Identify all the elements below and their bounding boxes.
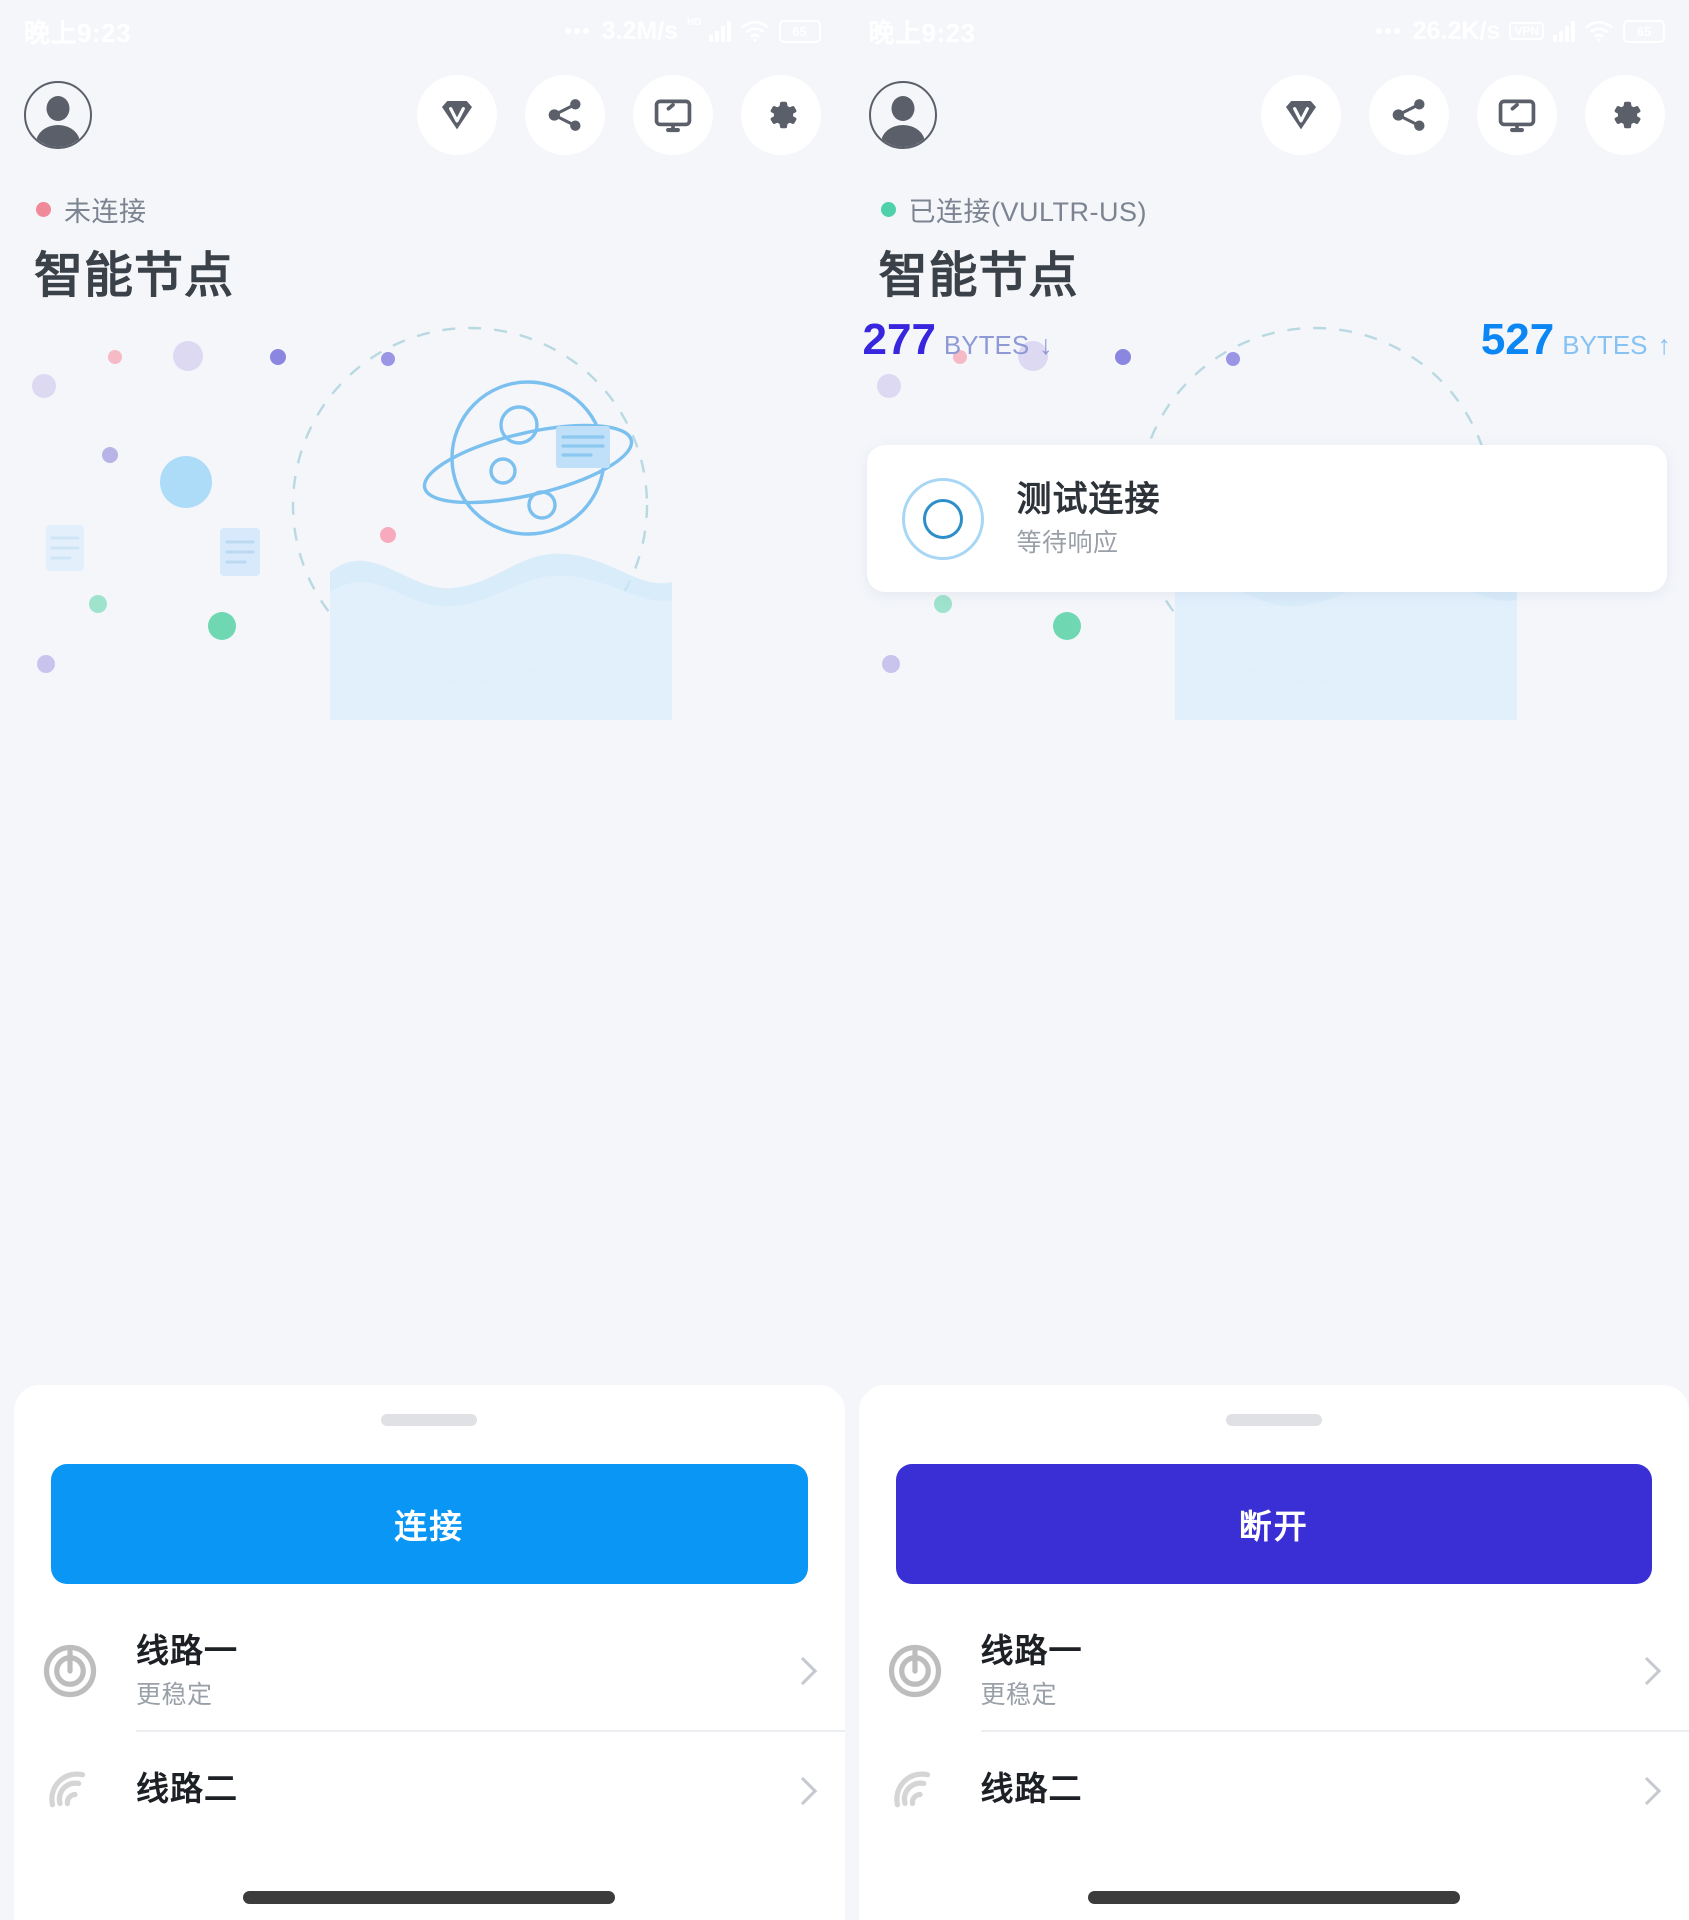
- inner-ring: [922, 498, 963, 539]
- route-subtitle: 更稳定: [136, 1680, 213, 1709]
- monitor-button[interactable]: [1477, 75, 1557, 155]
- connection-status: 已连接(VULTR-US): [880, 190, 1148, 229]
- connect-button[interactable]: 连接: [51, 1464, 808, 1584]
- sheet-drag-handle[interactable]: [1225, 1414, 1322, 1426]
- status-bar-speed: 3.2M/s: [601, 16, 679, 45]
- connection-status-label: 未连接: [64, 197, 147, 227]
- connection-status: 未连接: [36, 190, 147, 229]
- hd-label: HD: [687, 16, 702, 28]
- diamond-vip-icon: [1286, 101, 1316, 130]
- top-toolbar: [0, 70, 845, 160]
- monitor-button[interactable]: [632, 75, 713, 155]
- wifi-icon: [1585, 20, 1613, 42]
- status-bar-indicators: 3.2M/s HD 65: [564, 16, 821, 46]
- list-item[interactable]: 线路二: [859, 1732, 1689, 1850]
- list-item-text: 线路二: [136, 1769, 793, 1813]
- traffic-counters: 277 BYTES ↓ 527 BYTES ↑: [845, 318, 1689, 374]
- list-item[interactable]: 线路二: [14, 1732, 845, 1850]
- screen-connected: 晚上9:23 26.2K/s VPN 65 已连接(VULTR-US) 智能节点…: [844, 0, 1689, 1920]
- share-nodes-icon: [1392, 99, 1425, 131]
- radar-signal-icon: [893, 1771, 930, 1808]
- status-bar-time: 晚上9:23: [868, 17, 976, 48]
- radar-signal-icon: [49, 1771, 86, 1808]
- chevron-right-icon: [788, 1656, 817, 1686]
- screen-disconnected: 晚上9:23 3.2M/s HD 65 未连接 智能节点 连接 线路一 更稳定 …: [0, 0, 845, 1920]
- chevron-right-icon: [788, 1776, 817, 1806]
- status-bar-speed: 26.2K/s: [1412, 16, 1501, 45]
- battery-icon: 65: [1623, 19, 1665, 43]
- test-progress-icon: [901, 477, 984, 560]
- list-item-text: 线路一 更稳定: [136, 1631, 793, 1711]
- system-nav-pill[interactable]: [1087, 1891, 1460, 1904]
- list-item[interactable]: 线路一 更稳定: [14, 1612, 845, 1730]
- route-title: 线路一: [136, 1632, 238, 1670]
- avatar-icon[interactable]: [24, 81, 92, 149]
- chevron-right-icon: [1632, 1776, 1662, 1806]
- route-subtitle: 更稳定: [980, 1680, 1058, 1709]
- bottom-sheet: 断开 线路一 更稳定 线路二: [858, 1385, 1689, 1920]
- status-badge: [880, 202, 896, 217]
- settings-button[interactable]: [740, 75, 821, 155]
- bottom-sheet: 连接 线路一 更稳定 线路二: [14, 1385, 845, 1920]
- monitor-icon: [654, 99, 691, 133]
- test-card-title: 测试连接: [1016, 479, 1161, 519]
- upload-unit: BYTES: [1562, 330, 1648, 360]
- upload-value: 527: [1480, 315, 1555, 364]
- test-card-text: 测试连接 等待响应: [1017, 478, 1161, 560]
- space-illustration: [0, 300, 845, 720]
- route-list: 线路一 更稳定 线路二: [14, 1612, 845, 1850]
- avatar-icon[interactable]: [868, 81, 937, 149]
- gear-icon: [1614, 101, 1641, 129]
- status-bar-time: 晚上9:23: [24, 17, 132, 48]
- radar-power-icon: [43, 1644, 97, 1698]
- list-item-text: 线路二: [981, 1769, 1638, 1813]
- signal-bars-icon: [1553, 20, 1575, 42]
- list-item[interactable]: 线路一 更稳定: [859, 1612, 1689, 1730]
- settings-button[interactable]: [1585, 75, 1665, 155]
- diamond-vip-icon: [441, 101, 472, 130]
- route-list: 线路一 更稳定 线路二: [859, 1612, 1689, 1850]
- vip-button[interactable]: [416, 75, 497, 155]
- test-connection-card[interactable]: 测试连接 等待响应: [866, 445, 1667, 592]
- share-nodes-icon: [548, 99, 580, 131]
- download-unit: BYTES: [943, 330, 1030, 360]
- sheet-drag-handle[interactable]: [381, 1414, 478, 1426]
- download-value: 277: [862, 315, 936, 364]
- page-title: 智能节点: [878, 249, 1079, 303]
- download-arrow-icon: ↓: [1039, 330, 1053, 360]
- upload-counter: 527 BYTES ↑: [1481, 318, 1671, 362]
- download-counter: 277 BYTES ↓: [863, 318, 1053, 362]
- page-title: 智能节点: [34, 249, 235, 303]
- list-item-text: 线路一 更稳定: [981, 1631, 1638, 1711]
- system-nav-pill[interactable]: [243, 1891, 616, 1904]
- top-toolbar: [845, 70, 1689, 160]
- upload-arrow-icon: ↑: [1657, 330, 1672, 360]
- status-bar-indicators: 26.2K/s VPN 65: [1375, 16, 1665, 46]
- battery-icon: 65: [778, 19, 821, 43]
- signal-bars-icon: [708, 20, 731, 42]
- route-title: 线路一: [980, 1632, 1083, 1670]
- disconnect-button[interactable]: 断开: [895, 1464, 1652, 1584]
- route-title: 线路二: [980, 1770, 1083, 1808]
- monitor-icon: [1498, 99, 1536, 133]
- share-button[interactable]: [1369, 75, 1449, 155]
- route-title: 线路二: [136, 1770, 238, 1808]
- connection-status-label: 已连接(VULTR-US): [908, 197, 1147, 227]
- dual-screenshot-container: 晚上9:23 3.2M/s HD 65 未连接 智能节点 连接 线路一 更稳定 …: [0, 0, 1689, 1920]
- vip-button[interactable]: [1261, 75, 1341, 155]
- gear-icon: [770, 101, 796, 129]
- status-badge: [36, 202, 51, 217]
- status-bar: 晚上9:23 26.2K/s VPN 65: [845, 0, 1689, 62]
- wifi-icon: [741, 20, 768, 42]
- vpn-badge-icon: VPN: [1509, 22, 1544, 40]
- network-activity-dots-icon: [564, 28, 589, 34]
- planet-illustration-icon: [32, 326, 672, 720]
- radar-power-icon: [888, 1644, 941, 1698]
- test-card-subtitle: 等待响应: [1016, 529, 1119, 558]
- network-activity-dots-icon: [1375, 28, 1400, 34]
- share-button[interactable]: [524, 75, 605, 155]
- status-bar: 晚上9:23 3.2M/s HD 65: [0, 0, 845, 62]
- chevron-right-icon: [1632, 1656, 1662, 1686]
